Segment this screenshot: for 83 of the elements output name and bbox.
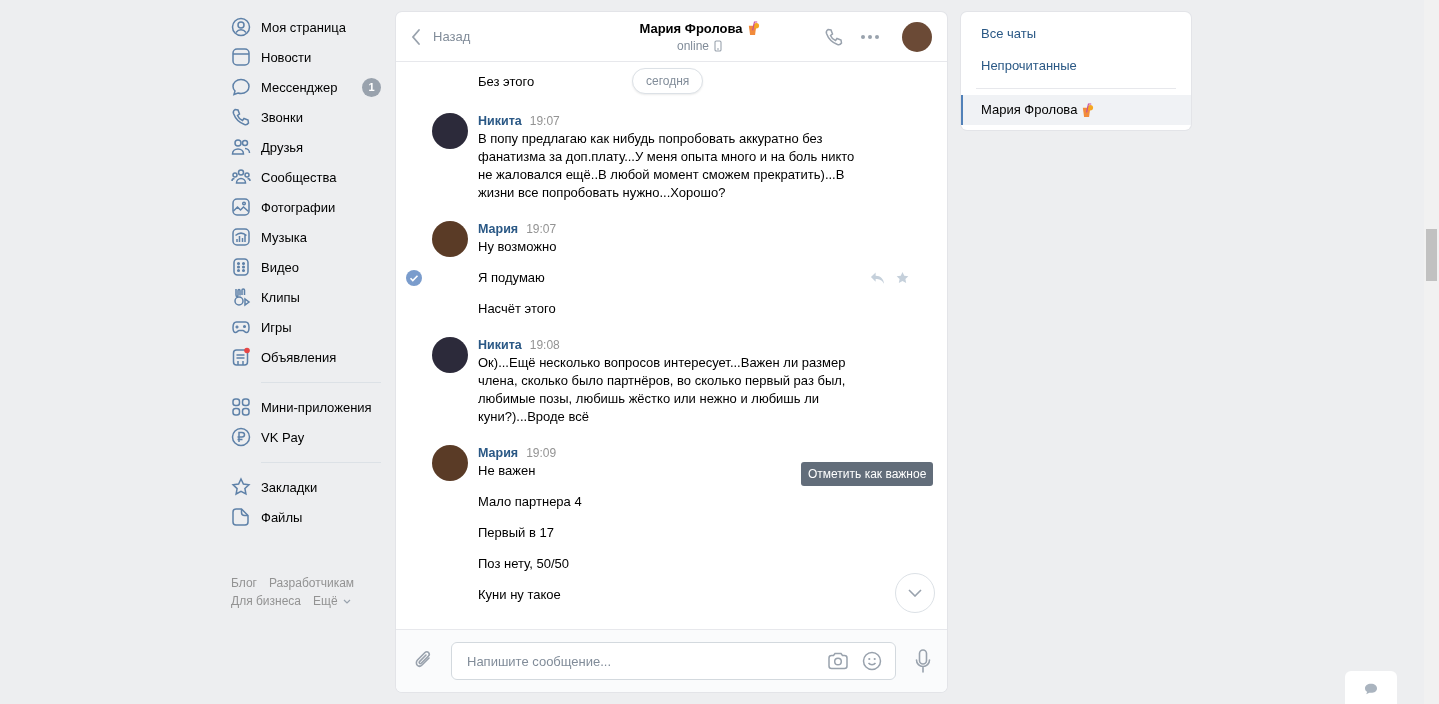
author-link[interactable]: Мария — [478, 222, 519, 236]
chevron-left-icon — [411, 27, 421, 46]
profile-icon — [231, 17, 251, 37]
chevron-down-icon — [908, 589, 922, 597]
nav-item[interactable]: Игры — [231, 312, 381, 342]
mobile-phone-icon — [714, 39, 722, 52]
nav-item[interactable]: Клипы — [231, 282, 381, 312]
chat-button[interactable] — [1345, 671, 1397, 704]
chat-bubble-icon — [1364, 683, 1378, 695]
message-time: 19:09 — [526, 446, 557, 460]
star-icon[interactable] — [895, 271, 910, 285]
people-icon — [231, 137, 251, 157]
nav-item[interactable]: Файлы — [231, 502, 381, 532]
ruble-icon — [231, 427, 251, 447]
tooltip: Отметить как важное — [801, 462, 934, 486]
online-status: online — [677, 38, 709, 53]
nav-item[interactable]: Музыка — [231, 222, 381, 252]
message-text: Насчёт этого — [478, 300, 556, 318]
more-icon[interactable] — [860, 33, 880, 40]
group-icon — [231, 167, 251, 187]
filter-item[interactable]: Все чаты — [961, 18, 1191, 50]
scroll-down-button[interactable] — [895, 573, 935, 613]
avatar[interactable] — [902, 21, 932, 52]
message-text: Мало партнера 4 — [478, 493, 582, 511]
message-text: В попу предлагаю как нибудь попробовать аккуратно без фанатизма за доп.плату...У меня опыта много и на боль никто не жаловался ещё..В любой момент сможем прекратить)...В жизни все попробовать нужно...Хорошо? — [478, 130, 856, 202]
chat-bubble-icon — [231, 77, 251, 97]
nav-item[interactable]: Друзья — [231, 132, 381, 162]
caret-icon — [342, 598, 351, 604]
nav-item[interactable]: Закладки — [231, 472, 381, 502]
message-input[interactable]: Напишите сообщение... — [465, 652, 815, 670]
phone-icon — [231, 107, 251, 127]
message-text: Ну возможно — [478, 238, 557, 256]
news-icon — [231, 47, 251, 67]
image-icon — [231, 197, 251, 217]
file-icon — [231, 507, 251, 527]
message-text: Без этого — [478, 73, 535, 91]
message-time: 19:07 — [526, 222, 557, 236]
nav-item[interactable]: VK Pay — [231, 422, 381, 452]
phone-icon[interactable] — [824, 26, 844, 47]
author-link[interactable]: Мария — [478, 446, 519, 460]
message-time: 19:08 — [529, 338, 560, 352]
message-text: Я подумаю — [478, 269, 545, 287]
unread-count-badge: 1 — [362, 77, 381, 97]
message-text: Ок)...Ещё несколько вопросов интересует...Важен ли размер члена, сколько было партнёров, во сколько первый раз был, любимые позы, любишь жёстко или нежно и любишь ли куни?)...Вроде всё — [478, 354, 847, 426]
message-text: Куни ну такое — [478, 586, 561, 604]
document-icon — [231, 347, 251, 367]
cocktail-icon — [746, 20, 760, 36]
avatar[interactable] — [432, 221, 468, 257]
message-time: 19:07 — [529, 114, 560, 128]
nav-item[interactable]: Объявления — [231, 342, 381, 372]
check-icon[interactable] — [406, 270, 422, 286]
nav-item[interactable]: Звонки — [231, 102, 381, 132]
chat-title: Мария Фролова — [639, 20, 743, 36]
avatar[interactable] — [432, 113, 468, 149]
message-text: Поз нету, 50/50 — [478, 555, 570, 573]
filter-item[interactable]: Непрочитанные — [961, 50, 1191, 82]
nav-item[interactable]: Моя страница — [231, 12, 381, 42]
music-icon — [231, 227, 251, 247]
nav-item[interactable]: Мессенджер 1 — [231, 72, 381, 102]
microphone-icon[interactable] — [915, 649, 931, 673]
author-link[interactable]: Никита — [478, 338, 522, 352]
date-chip: сегодня — [632, 68, 704, 94]
smiley-icon[interactable] — [861, 651, 883, 671]
nav-item[interactable]: Мини-приложения — [231, 392, 381, 422]
avatar[interactable] — [432, 445, 468, 481]
camera-icon[interactable] — [827, 651, 849, 671]
nav-item[interactable]: Новости — [231, 42, 381, 72]
nav-item[interactable]: Сообщества — [231, 162, 381, 192]
star-icon — [231, 477, 251, 497]
chat-list-item[interactable]: Мария Фролова — [961, 95, 1191, 125]
nav-item[interactable]: Фотографии — [231, 192, 381, 222]
avatar[interactable] — [432, 337, 468, 373]
author-link[interactable]: Никита — [478, 114, 522, 128]
message-text: Первый в 17 — [478, 524, 554, 542]
message-text: Не важен — [478, 462, 536, 480]
dice-icon — [231, 257, 251, 277]
reply-icon[interactable] — [870, 271, 885, 285]
composer-field[interactable]: Напишите сообщение... — [451, 642, 896, 680]
cocktail-icon — [1081, 102, 1095, 118]
back-link[interactable]: Назад — [411, 27, 591, 46]
nav-item[interactable]: Видео — [231, 252, 381, 282]
scrollbar[interactable] — [1424, 0, 1439, 704]
grid-icon — [231, 397, 251, 417]
